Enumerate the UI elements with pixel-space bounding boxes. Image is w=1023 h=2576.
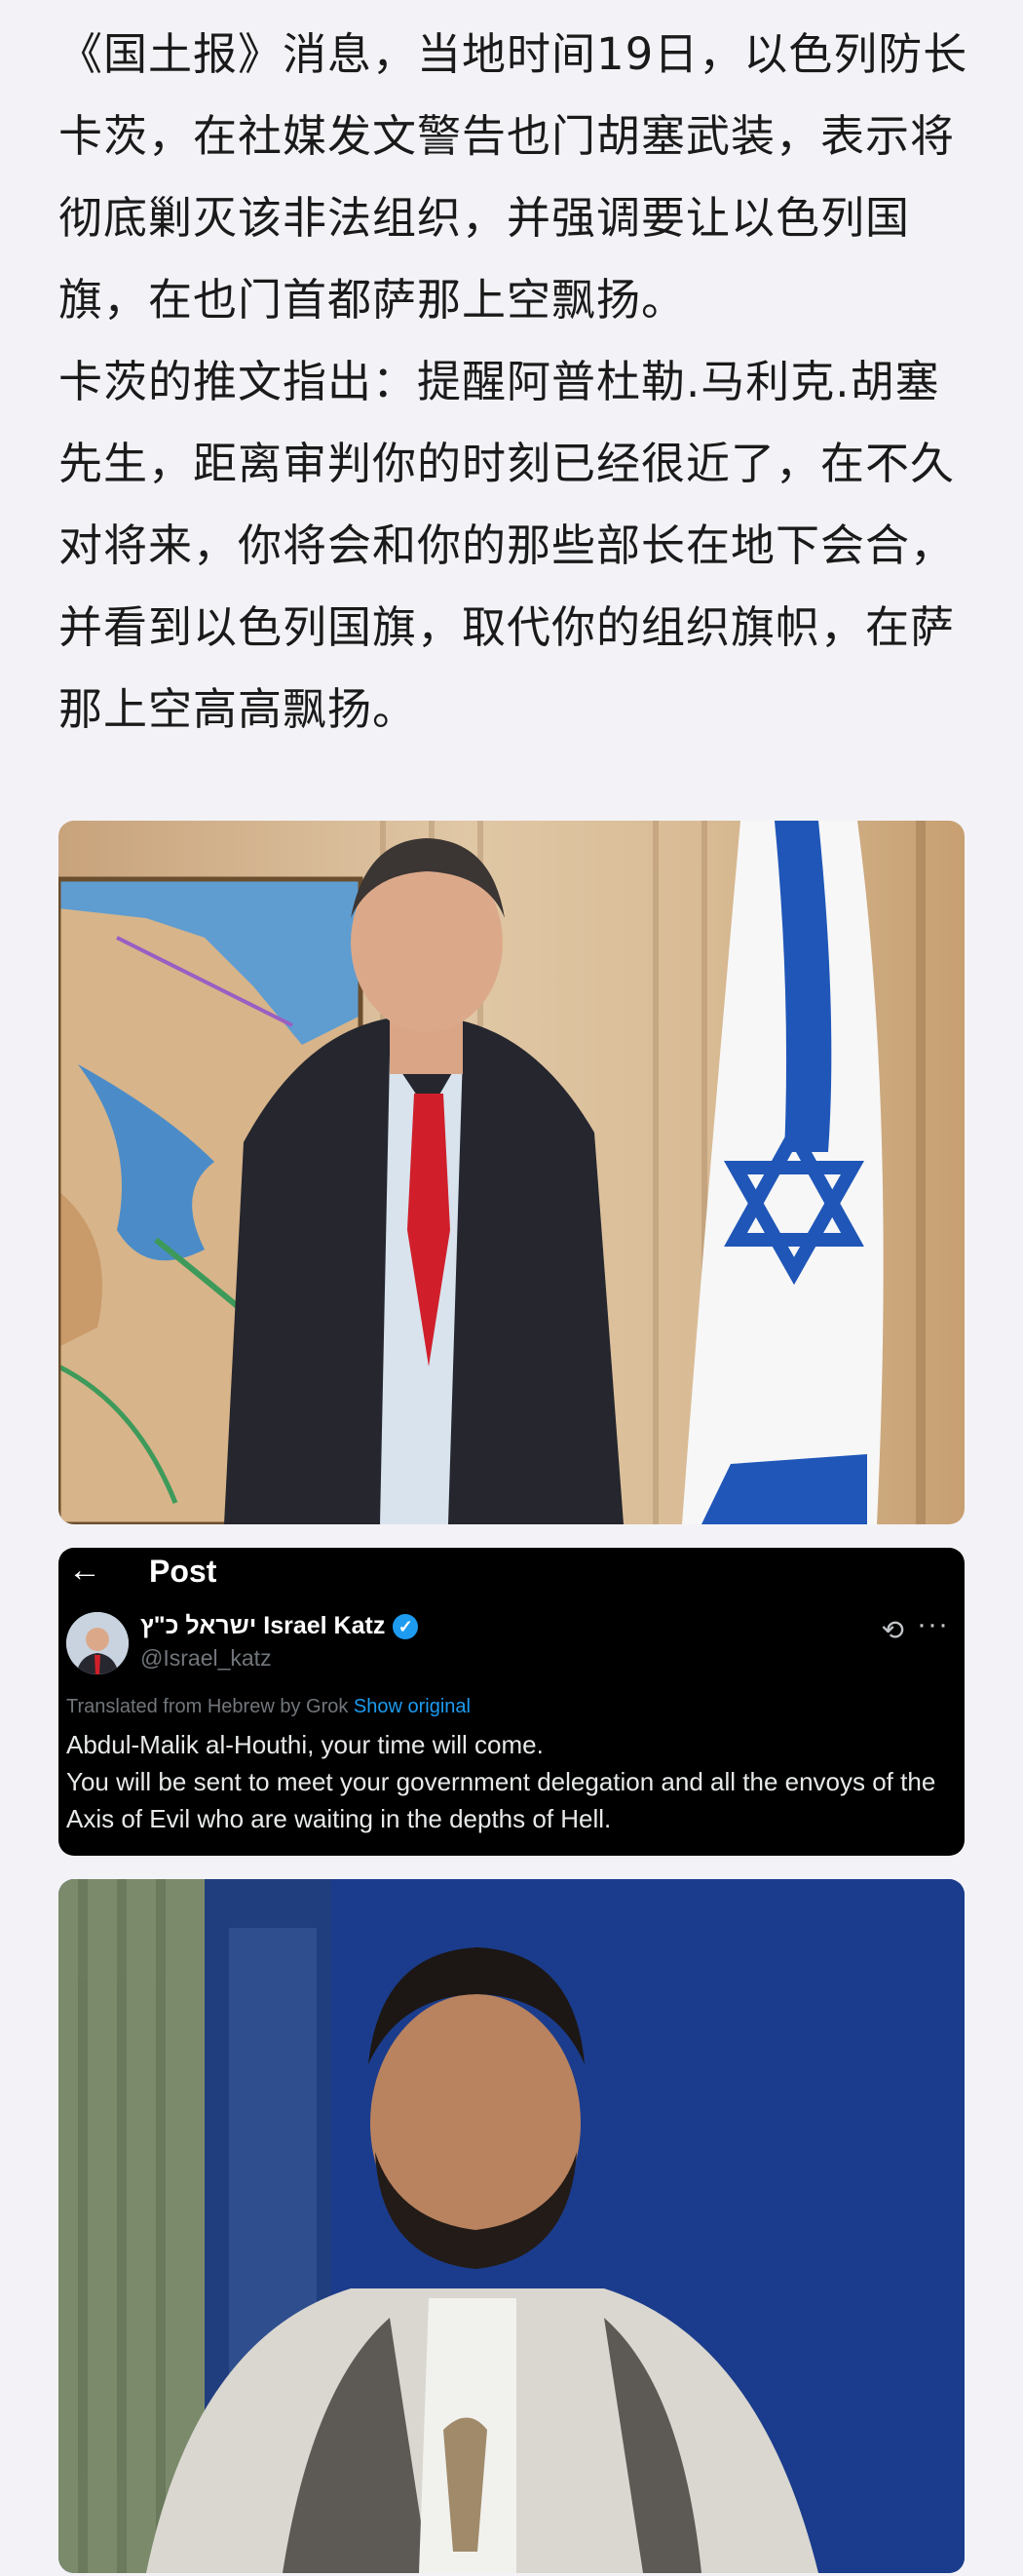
tweet-header-title: Post [149,1554,217,1589]
translated-label: Translated from Hebrew by Grok [66,1696,349,1717]
israeli-flag [682,821,884,1524]
verified-badge-icon: ✓ [393,1613,419,1639]
photo-abdul-malik-al-houthi[interactable] [58,1879,965,2573]
houthi-photo-illustration [58,1879,965,2573]
translation-note: Translated from Hebrew by Grok Show orig… [66,1696,471,1718]
tweet-body: Abdul-Malik al-Houthi, your time will co… [66,1726,955,1837]
more-options-icon[interactable]: ··· [917,1608,949,1641]
tweet-line-1: Abdul-Malik al-Houthi, your time will co… [66,1730,544,1759]
tweet-header: ← Post [58,1548,965,1598]
avatar[interactable] [66,1612,129,1674]
user-handle[interactable]: @Israel_katz [140,1645,272,1672]
article-paragraph-1: 《国土报》消息，当地时间19日，以色列防长卡茨，在社媒发文警告也门胡塞武装，表示… [58,28,968,326]
back-arrow-icon[interactable]: ← [68,1552,101,1590]
article-text: 《国土报》消息，当地时间19日，以色列防长卡茨，在社媒发文警告也门胡塞武装，表示… [58,14,969,750]
display-name-text: ישראל כ"ץ Israel Katz [140,1612,386,1639]
grok-icon[interactable]: ⟲ [882,1614,904,1646]
article-paragraph-2: 卡茨的推文指出：提醒阿普杜勒.马利克.胡塞先生，距离审判你的时刻已经很近了，在不… [58,356,956,735]
photo-israel-katz[interactable] [58,821,965,1524]
katz-photo-illustration [58,821,926,1524]
avatar-image [66,1612,129,1674]
tweet-card[interactable]: ← Post ישראל כ"ץ Israel Katz ✓ @Israel_k… [58,1548,965,1856]
display-name[interactable]: ישראל כ"ץ Israel Katz ✓ [140,1612,419,1640]
show-original-link[interactable]: Show original [354,1696,471,1717]
tweet-line-2: You will be sent to meet your government… [66,1767,936,1833]
